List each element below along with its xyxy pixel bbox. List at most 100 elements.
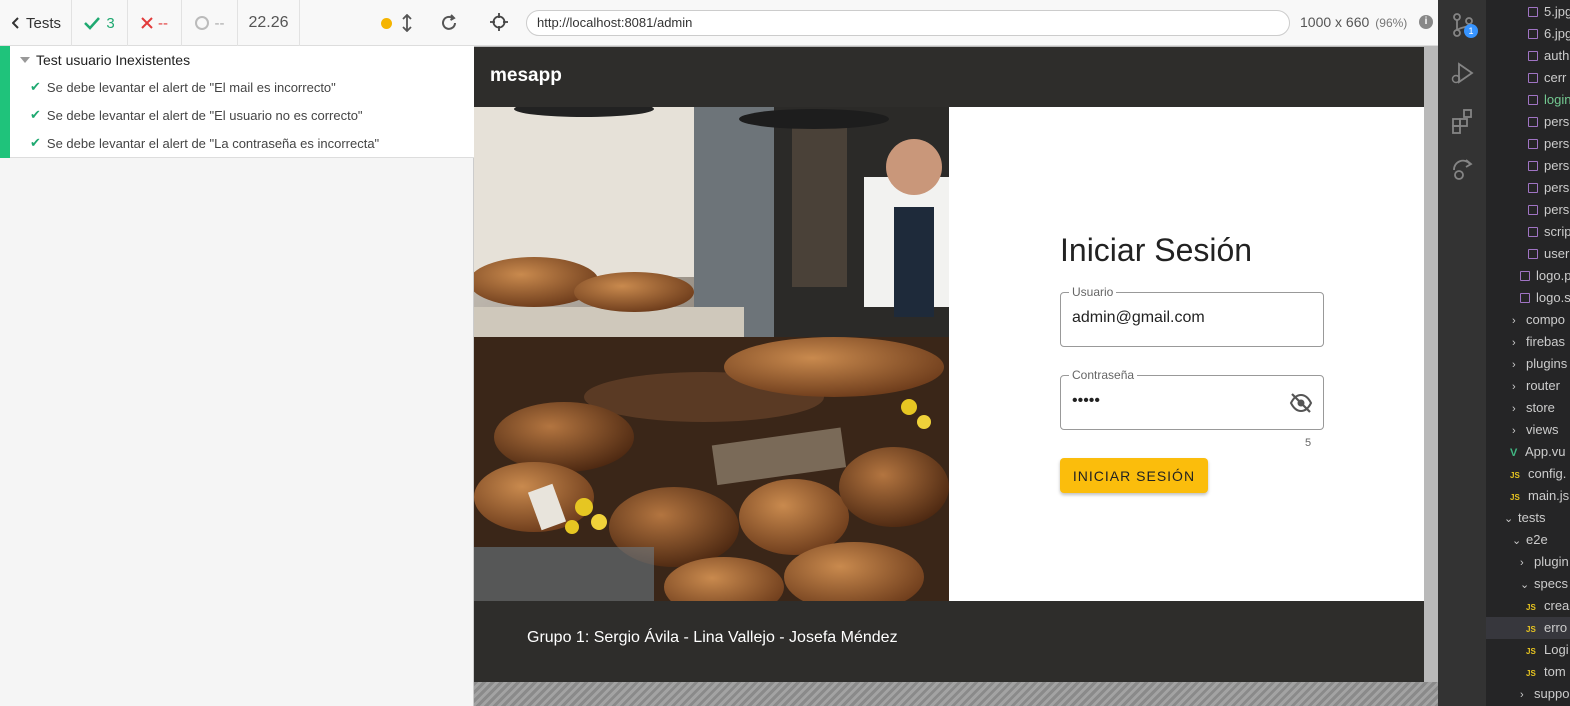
folder-label: plugin — [1534, 554, 1569, 569]
folder-item[interactable]: ⌄ tests — [1486, 507, 1570, 529]
x-icon — [141, 17, 153, 29]
tests-label: Tests — [26, 14, 62, 32]
chevron-right-icon: › — [1512, 337, 1516, 349]
file-item[interactable]: pers — [1486, 133, 1570, 155]
file-item[interactable]: JS config. — [1486, 463, 1570, 485]
failed-value: -- — [158, 14, 168, 32]
username-field[interactable]: Usuario admin@gmail.com — [1060, 285, 1324, 347]
folder-item[interactable]: ⌄ e2e — [1486, 529, 1570, 551]
image-file-icon — [1528, 161, 1538, 171]
file-item[interactable]: login — [1486, 89, 1570, 111]
file-label: login — [1544, 92, 1570, 107]
folder-item[interactable]: › compo — [1486, 309, 1570, 331]
folder-item[interactable]: › suppo — [1486, 683, 1570, 705]
info-icon[interactable]: i — [1419, 15, 1433, 29]
folder-label: views — [1526, 422, 1559, 437]
footer-credits: Grupo 1: Sergio Ávila - Lina Vallejo - J… — [527, 629, 898, 646]
file-item[interactable]: JS main.js — [1486, 485, 1570, 507]
file-label: pers — [1544, 202, 1570, 217]
file-item[interactable]: 6.jpg — [1486, 23, 1570, 45]
reporter-header: Tests 3 -- -- 22.26 — [0, 0, 474, 46]
image-file-icon — [1520, 271, 1530, 281]
test-title: Se debe levantar el alert de "El usuario… — [46, 107, 363, 123]
check-icon — [84, 17, 101, 30]
image-file-icon — [1528, 51, 1538, 61]
folder-label: e2e — [1526, 532, 1548, 547]
file-item[interactable]: JS crea — [1486, 595, 1570, 617]
run-debug-icon[interactable] — [1450, 60, 1476, 86]
folder-item[interactable]: › plugin — [1486, 551, 1570, 573]
passed-count: 3 — [72, 0, 128, 46]
tests-back-button[interactable]: Tests — [0, 0, 72, 46]
folder-label: router — [1526, 378, 1560, 393]
js-file-icon: JS — [1526, 669, 1536, 678]
test-row[interactable]: ✔ Se debe levantar el alert de "El usuar… — [30, 107, 363, 123]
file-item-selected[interactable]: JS erro — [1486, 617, 1570, 639]
file-item[interactable]: 5.jpg — [1486, 1, 1570, 23]
folder-item[interactable]: › router — [1486, 375, 1570, 397]
folder-item[interactable]: › firebas — [1486, 331, 1570, 353]
file-label: tom — [1544, 664, 1566, 679]
file-item[interactable]: JS tom — [1486, 661, 1570, 683]
file-label: App.vu — [1525, 444, 1566, 459]
file-label: pers — [1544, 136, 1570, 151]
suite-title-row[interactable]: Test usuario Inexistentes — [20, 52, 190, 68]
app-under-test: mesapp Iniciar Sesión Usuario admin@gmai… — [474, 47, 1424, 682]
remote-explorer-icon[interactable] — [1450, 156, 1476, 182]
file-label: pers — [1544, 114, 1570, 129]
passed-value: 3 — [106, 14, 115, 32]
chevron-right-icon: › — [1512, 359, 1516, 371]
folder-item[interactable]: › plugins — [1486, 353, 1570, 375]
test-row[interactable]: ✔ Se debe levantar el alert de "La contr… — [30, 135, 379, 151]
password-field[interactable]: Contraseña ••••• — [1060, 368, 1324, 430]
folder-label: store — [1526, 400, 1555, 415]
file-item[interactable]: scrip — [1486, 221, 1570, 243]
login-button[interactable]: INICIAR SESIÓN — [1060, 458, 1208, 493]
file-label: scrip — [1544, 224, 1570, 239]
chevron-down-icon: ⌄ — [1520, 579, 1530, 591]
file-item[interactable]: cerr — [1486, 67, 1570, 89]
bakery-hero-image — [474, 107, 949, 601]
rerun-icon[interactable] — [440, 14, 458, 32]
url-input[interactable]: http://localhost:8081/admin — [526, 10, 1290, 36]
file-label: logo.s — [1536, 290, 1570, 305]
folder-label: plugins — [1526, 356, 1568, 371]
file-item[interactable]: logo.s — [1486, 287, 1570, 309]
test-row[interactable]: ✔ Se debe levantar el alert de "El mail … — [30, 79, 336, 95]
username-value: admin@gmail.com — [1072, 309, 1205, 326]
js-file-icon: JS — [1526, 625, 1536, 634]
file-item[interactable]: logo.p — [1486, 265, 1570, 287]
file-item[interactable]: auth — [1486, 45, 1570, 67]
app-preview-frame: http://localhost:8081/admin 1000 x 660 (9… — [474, 0, 1438, 706]
folder-item[interactable]: › views — [1486, 419, 1570, 441]
chevron-right-icon: › — [1512, 403, 1516, 415]
file-item[interactable]: pers — [1486, 199, 1570, 221]
js-file-icon: JS — [1510, 471, 1520, 480]
check-icon: ✔ — [30, 79, 41, 94]
horizontal-scrollbar[interactable] — [474, 682, 1438, 706]
js-file-icon: JS — [1510, 493, 1520, 502]
failed-count: -- — [128, 0, 182, 46]
folder-item[interactable]: › store — [1486, 397, 1570, 419]
bakery-photo — [474, 107, 949, 601]
status-dot-icon — [381, 17, 392, 29]
file-item[interactable]: pers — [1486, 177, 1570, 199]
file-item[interactable]: pers — [1486, 155, 1570, 177]
image-file-icon — [1528, 29, 1538, 39]
eye-off-icon[interactable] — [1289, 392, 1313, 414]
file-item[interactable]: pers — [1486, 111, 1570, 133]
activity-bar: 1 — [1438, 0, 1486, 706]
extensions-icon[interactable] — [1450, 108, 1476, 134]
test-title: Se debe levantar el alert de "La contras… — [46, 135, 380, 151]
file-item[interactable]: V App.vu — [1486, 441, 1570, 463]
chevron-right-icon: › — [1512, 425, 1516, 437]
image-file-icon — [1528, 7, 1538, 17]
image-file-icon — [1528, 249, 1538, 259]
file-item[interactable]: JS Logi — [1486, 639, 1570, 661]
url-bar: http://localhost:8081/admin 1000 x 660 (9… — [474, 0, 1438, 46]
file-item[interactable]: user — [1486, 243, 1570, 265]
auto-scroll-icon[interactable] — [402, 14, 412, 32]
selector-playground-icon[interactable] — [490, 13, 508, 31]
folder-item[interactable]: ⌄ specs — [1486, 573, 1570, 595]
file-label: pers — [1544, 180, 1570, 195]
